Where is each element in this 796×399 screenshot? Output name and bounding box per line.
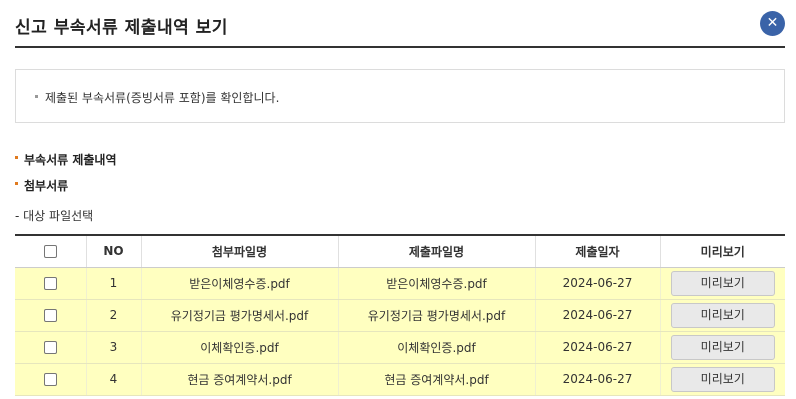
table-row: 4 현금 증여계약서.pdf 현금 증여계약서.pdf 2024-06-27 미… bbox=[15, 363, 785, 396]
section-title-attachments: 첨부서류 bbox=[15, 177, 68, 194]
row-attach-name: 유기정기금 평가명세서.pdf bbox=[140, 299, 338, 332]
row-no: 2 bbox=[85, 299, 141, 332]
bullet-icon bbox=[15, 182, 18, 185]
preview-button[interactable]: 미리보기 bbox=[670, 302, 775, 328]
row-submit-name: 이체확인증.pdf bbox=[337, 331, 535, 364]
page-title: 신고 부속서류 제출내역 보기 bbox=[15, 18, 228, 38]
row-select-cell bbox=[15, 331, 86, 364]
section-title-submission-history: 부속서류 제출내역 bbox=[15, 151, 117, 168]
popup-header: 신고 부속서류 제출내역 보기 ✕ bbox=[15, 0, 785, 48]
row-attach-name: 이체확인증.pdf bbox=[140, 331, 338, 364]
header-attach-name: 첨부파일명 bbox=[140, 234, 338, 268]
file-select-label: - 대상 파일선택 bbox=[15, 209, 94, 223]
close-button[interactable]: ✕ bbox=[760, 11, 785, 36]
row-submit-name: 유기정기금 평가명세서.pdf bbox=[337, 299, 535, 332]
row-select-cell bbox=[15, 267, 86, 300]
header-select-all bbox=[15, 234, 86, 268]
row-checkbox[interactable] bbox=[43, 341, 57, 354]
header-preview: 미리보기 bbox=[659, 234, 785, 268]
header-submit-name: 제출파일명 bbox=[337, 234, 535, 268]
row-preview-cell: 미리보기 bbox=[659, 267, 785, 300]
row-attach-name: 현금 증여계약서.pdf bbox=[140, 363, 338, 396]
table-row: 1 받은이체영수증.pdf 받은이체영수증.pdf 2024-06-27 미리보… bbox=[15, 267, 785, 300]
row-select-cell bbox=[15, 363, 86, 396]
bullet-icon bbox=[15, 156, 18, 159]
table-row: 3 이체확인증.pdf 이체확인증.pdf 2024-06-27 미리보기 bbox=[15, 331, 785, 364]
preview-button[interactable]: 미리보기 bbox=[670, 334, 775, 360]
row-checkbox[interactable] bbox=[43, 309, 57, 322]
header-date: 제출일자 bbox=[534, 234, 660, 268]
row-attach-name: 받은이체영수증.pdf bbox=[140, 267, 338, 300]
select-all-checkbox[interactable] bbox=[43, 245, 57, 259]
notice-text: 제출된 부속서류(증빙서류 포함)를 확인합니다. bbox=[45, 91, 280, 105]
row-date: 2024-06-27 bbox=[534, 331, 660, 364]
row-no: 1 bbox=[85, 267, 141, 300]
row-date: 2024-06-27 bbox=[534, 299, 660, 332]
row-preview-cell: 미리보기 bbox=[659, 331, 785, 364]
row-date: 2024-06-27 bbox=[534, 363, 660, 396]
bullet-icon bbox=[35, 95, 38, 98]
notice-box: 제출된 부속서류(증빙서류 포함)를 확인합니다. bbox=[15, 69, 785, 123]
row-preview-cell: 미리보기 bbox=[659, 363, 785, 396]
row-select-cell bbox=[15, 299, 86, 332]
row-no: 4 bbox=[85, 363, 141, 396]
row-submit-name: 받은이체영수증.pdf bbox=[337, 267, 535, 300]
section-label: 첨부서류 bbox=[24, 179, 69, 193]
preview-button[interactable]: 미리보기 bbox=[670, 366, 775, 392]
row-no: 3 bbox=[85, 331, 141, 364]
section-label: 부속서류 제출내역 bbox=[24, 153, 117, 167]
table-row: 2 유기정기금 평가명세서.pdf 유기정기금 평가명세서.pdf 2024-0… bbox=[15, 299, 785, 332]
notice-item: 제출된 부속서류(증빙서류 포함)를 확인합니다. bbox=[35, 89, 279, 106]
table-header-row: NO 첨부파일명 제출파일명 제출일자 미리보기 bbox=[15, 234, 785, 268]
row-checkbox[interactable] bbox=[43, 277, 57, 290]
attachment-table: NO 첨부파일명 제출파일명 제출일자 미리보기 1 받은이체영수증.pdf 받… bbox=[15, 234, 785, 396]
row-submit-name: 현금 증여계약서.pdf bbox=[337, 363, 535, 396]
close-icon: ✕ bbox=[766, 15, 779, 31]
row-date: 2024-06-27 bbox=[534, 267, 660, 300]
header-no: NO bbox=[85, 234, 141, 268]
row-preview-cell: 미리보기 bbox=[659, 299, 785, 332]
preview-button[interactable]: 미리보기 bbox=[670, 270, 775, 296]
row-checkbox[interactable] bbox=[43, 373, 57, 386]
